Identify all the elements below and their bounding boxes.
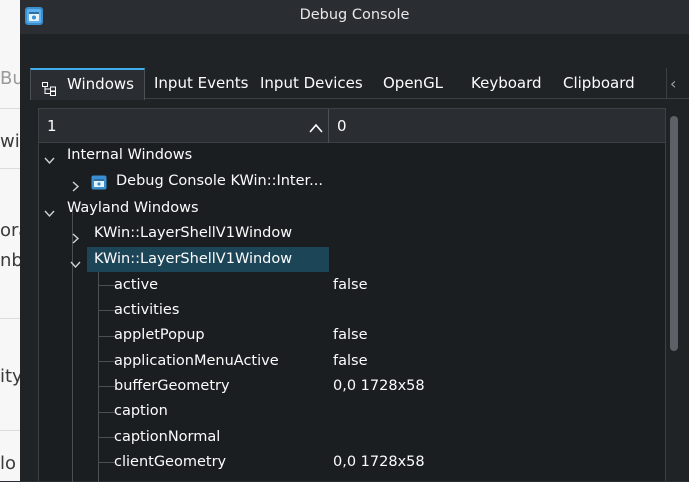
property-row[interactable]: applicationMenuActive false <box>39 349 665 374</box>
column-header-2[interactable]: 0 <box>337 117 347 135</box>
background-text: lo <box>0 453 17 474</box>
title-bar[interactable]: Debug Console <box>20 0 689 34</box>
property-value: false <box>333 277 368 293</box>
tree-item-label: KWin::LayerShellV1Window <box>94 251 293 267</box>
property-value: 0,0 1728x58 <box>333 454 425 470</box>
debug-console-window: Debug Console Windows Input Events Input… <box>20 0 689 482</box>
background-window: Bu wid ora nbr ity lo <box>0 0 20 481</box>
property-row[interactable]: active false <box>39 273 665 298</box>
property-name: bufferGeometry <box>114 378 230 394</box>
property-row[interactable]: caption <box>39 399 665 424</box>
property-name: activities <box>114 302 180 318</box>
background-text: wid <box>0 131 20 152</box>
tree-item-label: Wayland Windows <box>67 200 199 216</box>
property-value: 0,0 1728x58 <box>333 378 425 394</box>
property-row[interactable]: clientGeometry 0,0 1728x58 <box>39 450 665 475</box>
tab-label: Windows <box>67 75 134 93</box>
column-header-1[interactable]: 1 <box>39 109 329 143</box>
chevron-down-icon[interactable] <box>44 203 55 218</box>
tree-item-debug-console[interactable]: Debug Console KWin::Inter... <box>39 169 665 194</box>
property-value: false <box>333 353 368 369</box>
property-row[interactable]: bufferGeometry 0,0 1728x58 <box>39 374 665 399</box>
background-text: ora <box>0 220 20 241</box>
scrollbar-thumb[interactable] <box>670 116 678 351</box>
window-tree-view[interactable]: 1 0 Internal Windows Debug Console KWin:… <box>38 108 666 482</box>
tab-bar: Windows Input Events Input Devices OpenG… <box>30 68 689 100</box>
background-text: Bu <box>0 68 20 89</box>
window-title: Debug Console <box>299 7 410 23</box>
chevron-right-icon[interactable] <box>70 228 81 244</box>
tree-item-label: KWin::LayerShellV1Window <box>94 225 293 241</box>
chevron-right-icon[interactable] <box>70 176 81 192</box>
background-divider <box>0 168 20 169</box>
tab-keyboard[interactable]: Keyboard <box>471 68 542 99</box>
property-name: applicationMenuActive <box>114 353 279 369</box>
property-row[interactable]: activities <box>39 298 665 323</box>
property-name: appletPopup <box>114 327 205 343</box>
property-name: captionNormal <box>114 429 221 445</box>
tree-item-label: Internal Windows <box>67 147 193 163</box>
background-divider <box>0 430 20 431</box>
debug-console-icon <box>91 174 107 190</box>
vertical-scrollbar[interactable] <box>668 108 681 481</box>
background-text: ity <box>0 366 20 387</box>
tab-input-events[interactable]: Input Events <box>154 68 248 99</box>
property-name: caption <box>114 403 168 419</box>
tab-windows[interactable]: Windows <box>30 68 145 100</box>
property-name: active <box>114 277 159 293</box>
sort-ascending-icon <box>309 119 323 133</box>
property-row[interactable]: captionNormal <box>39 425 665 450</box>
tab-clipboard[interactable]: Clipboard <box>563 68 635 99</box>
chevron-down-icon[interactable] <box>70 254 81 269</box>
property-row[interactable]: appletPopup false <box>39 323 665 348</box>
chevron-left-icon: ‹ <box>670 74 677 93</box>
chevron-down-icon[interactable] <box>44 150 55 165</box>
tree-item-layershell-window-selected[interactable]: KWin::LayerShellV1Window <box>39 247 665 272</box>
background-divider <box>0 108 20 109</box>
tree-item-label: Debug Console KWin::Inter... <box>116 173 323 189</box>
tab-input-devices[interactable]: Input Devices <box>260 68 363 99</box>
tab-opengl[interactable]: OpenGL <box>383 68 443 99</box>
column-header-label: 1 <box>47 117 57 135</box>
tree-item-internal-windows[interactable]: Internal Windows <box>39 143 665 168</box>
property-value: false <box>333 327 368 343</box>
background-divider <box>0 318 20 319</box>
background-text: nbr <box>0 250 20 271</box>
tab-scroll-left-button[interactable]: ‹ <box>666 68 678 99</box>
windows-tree-icon <box>42 77 56 96</box>
table-header: 1 0 <box>39 109 665 143</box>
tree-item-wayland-windows[interactable]: Wayland Windows <box>39 196 665 221</box>
property-name: clientGeometry <box>114 454 227 470</box>
tree-item-layershell-window[interactable]: KWin::LayerShellV1Window <box>39 221 665 246</box>
